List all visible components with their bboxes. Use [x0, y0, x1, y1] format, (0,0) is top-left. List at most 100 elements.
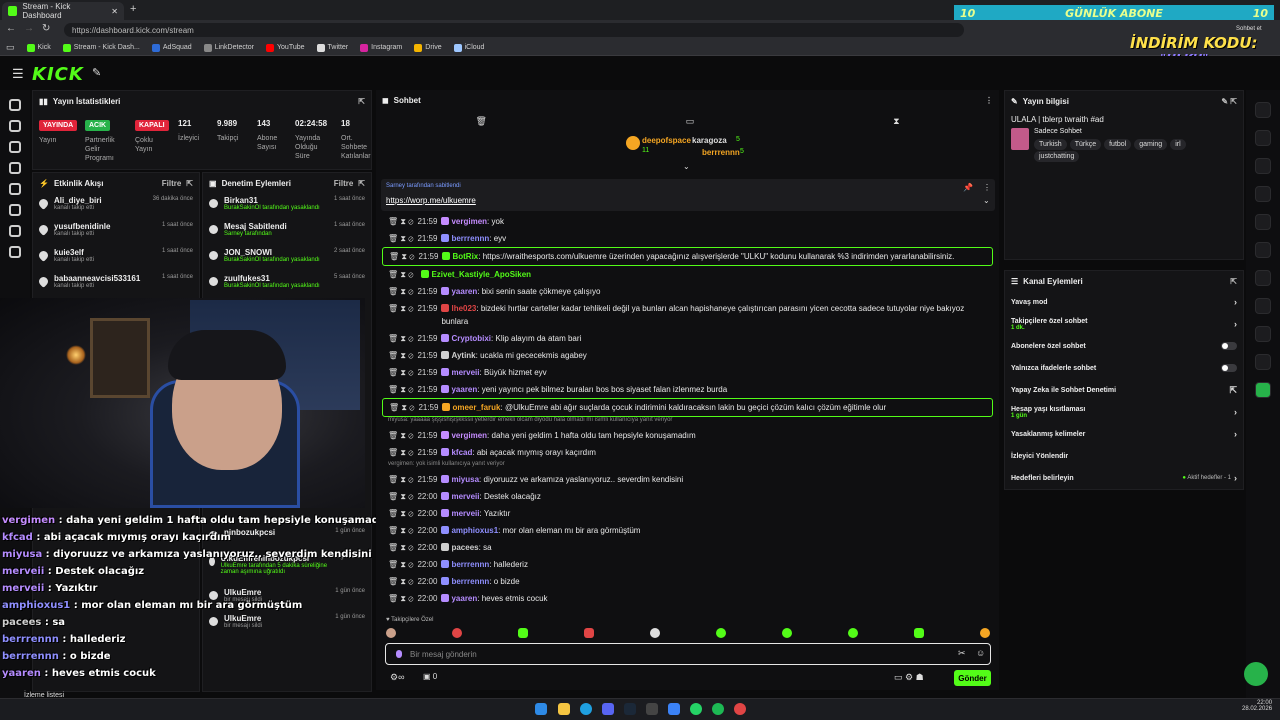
- kick-logo[interactable]: KICK: [32, 64, 84, 85]
- terminal-icon[interactable]: [646, 703, 658, 715]
- forward-icon[interactable]: →: [24, 23, 34, 34]
- message-username[interactable]: BotRix: [452, 252, 478, 261]
- bookmark-kick[interactable]: Kick: [26, 43, 51, 52]
- chat-message[interactable]: 🗑 ⧗ ⊘ 22:00 berrrennn: o bizde: [376, 573, 999, 590]
- chat-message[interactable]: 🗑 ⧗ ⊘ 21:59 kfcad: abi açacak mıymış oray…: [376, 444, 999, 461]
- followers-only-row[interactable]: Takipçilere özel sohbet 1 dk. ›: [1005, 313, 1243, 335]
- download-icon[interactable]: [9, 246, 21, 258]
- explorer-icon[interactable]: [558, 703, 570, 715]
- mod-tools[interactable]: 🗑 ⧗ ⊘: [388, 285, 413, 298]
- popout-icon[interactable]: ⇱: [1230, 277, 1237, 286]
- mod-tools[interactable]: 🗑 ⧗ ⊘: [388, 302, 413, 315]
- start-icon[interactable]: [535, 703, 547, 715]
- chat-message[interactable]: 🗑 ⧗ ⊘ 21:59 vergimen: daha yeni geldim 1 …: [376, 427, 999, 444]
- message-username[interactable]: vergimen: [451, 217, 487, 226]
- mod-tools[interactable]: 🗑 ⧗ ⊘: [388, 490, 413, 503]
- chat-message[interactable]: 🗑 ⧗ ⊘ 21:59 Aytink: ucakla mi gececekmis …: [376, 347, 999, 364]
- chat-icon[interactable]: [1255, 242, 1271, 258]
- message-username[interactable]: yaaren: [451, 287, 477, 296]
- chat-input[interactable]: Bir mesaj gönderin ✂ ☺: [385, 643, 991, 665]
- chat-message[interactable]: 🗑 ⧗ ⊘ 21:59 Cryptobixi: Klip alayım da at…: [376, 330, 999, 347]
- moderation-filter[interactable]: Filtre: [334, 179, 354, 188]
- chat-bubble-icon[interactable]: ▭: [686, 116, 695, 127]
- mod-tools[interactable]: 🗑 ⧗ ⊘: [388, 541, 413, 554]
- emote-icon[interactable]: [716, 628, 726, 638]
- message-username[interactable]: Ezivet_Kastiyle_ApoSiken: [431, 270, 531, 279]
- gift-icon[interactable]: [1255, 382, 1271, 398]
- target-icon[interactable]: [1255, 158, 1271, 174]
- url-input[interactable]: https://dashboard.kick.com/stream: [64, 23, 964, 37]
- points-icon[interactable]: ⚙∞: [390, 672, 404, 683]
- emote-icon[interactable]: [782, 628, 792, 638]
- bookmark-twitter[interactable]: Twitter: [316, 43, 348, 52]
- mod-tools[interactable]: 🗑 ⧗ ⊘: [388, 268, 413, 281]
- subs-only-toggle[interactable]: [1221, 342, 1237, 350]
- mod-tools[interactable]: 🗑 ⧗ ⊘: [388, 558, 413, 571]
- bookmark-drive[interactable]: Drive: [414, 43, 442, 52]
- emote-icon[interactable]: [914, 628, 924, 638]
- watchlist-label[interactable]: İzleme listesi: [24, 692, 64, 699]
- mod-tools[interactable]: 🗑 ⧗ ⊘: [388, 592, 413, 605]
- message-username[interactable]: pacees: [451, 543, 478, 552]
- mod-tools[interactable]: 🗑 ⧗ ⊘: [388, 473, 413, 486]
- banned-words-row[interactable]: Yasaklanmış kelimeler ›: [1005, 423, 1243, 445]
- chat-message[interactable]: 🗑 ⧗ ⊘ 22:00 amphioxus1: mor olan eleman m…: [376, 522, 999, 539]
- message-username[interactable]: Aytink: [451, 351, 475, 360]
- message-username[interactable]: merveii: [451, 368, 479, 377]
- message-username[interactable]: berrrennn: [451, 234, 489, 243]
- chat-fab-icon[interactable]: [1244, 662, 1268, 686]
- message-username[interactable]: merveii: [451, 509, 479, 518]
- unpin-icon[interactable]: 📌: [963, 183, 973, 192]
- trash-icon[interactable]: 🗑: [475, 116, 486, 127]
- message-username[interactable]: miyusa: [451, 475, 479, 484]
- settings-icon[interactable]: [668, 703, 680, 715]
- chat-message[interactable]: 🗑 ⧗ ⊘ 21:59 miyusa: diyoruuzz ve arkamıza…: [376, 471, 999, 488]
- new-tab-icon[interactable]: +: [130, 3, 136, 15]
- link-icon[interactable]: [9, 120, 21, 132]
- share-icon[interactable]: [1255, 354, 1271, 370]
- chat-message[interactable]: 🗑 ⧗ ⊘ Ezivet_Kastiyle_ApoSiken: [376, 266, 999, 283]
- mod-tools[interactable]: 🗑 ⧗ ⊘: [388, 332, 413, 345]
- chat-message[interactable]: 🗑 ⧗ ⊘ 22:00 berrrennn: hallederiz: [376, 556, 999, 573]
- layout-icon[interactable]: [1255, 298, 1271, 314]
- emote-picker-icon[interactable]: ✂: [958, 648, 966, 659]
- bookmark-adsquad[interactable]: AdSquad: [151, 43, 192, 52]
- users-icon[interactable]: [9, 225, 21, 237]
- message-username[interactable]: lhe023: [451, 304, 476, 313]
- whatsapp-icon[interactable]: [690, 703, 702, 715]
- mod-tools[interactable]: 🗑 ⧗ ⊘: [388, 575, 413, 588]
- menu-icon[interactable]: ☰: [12, 66, 24, 82]
- message-username[interactable]: merveii: [451, 492, 479, 501]
- message-username[interactable]: kfcad: [451, 448, 472, 457]
- raid-row[interactable]: İzleyici Yönlendir: [1005, 445, 1243, 467]
- bookmark-dashboard[interactable]: Stream - Kick Dash...: [62, 43, 140, 52]
- pin-icon[interactable]: ✎: [92, 66, 101, 79]
- emote-icon[interactable]: [584, 628, 594, 638]
- stream-icon[interactable]: [9, 99, 21, 111]
- message-username[interactable]: vergimen: [451, 431, 487, 440]
- trophy-icon[interactable]: [9, 162, 21, 174]
- side-label[interactable]: Sohbet et: [1236, 26, 1262, 32]
- mod-tools[interactable]: 🗑 ⧗ ⊘: [388, 366, 413, 379]
- chat-message[interactable]: 🗑 ⧗ ⊘ 21:59 omeer_faruk: @UlkuEmre abi ağ…: [382, 398, 993, 417]
- chat-message[interactable]: 🗑 ⧗ ⊘ 21:59 vergimen: yok: [376, 213, 999, 230]
- pen-icon[interactable]: [1255, 130, 1271, 146]
- browser-tab[interactable]: Stream - Kick Dashboard ✕: [2, 2, 124, 20]
- message-username[interactable]: amphioxus1: [451, 526, 498, 535]
- message-username[interactable]: Cryptobixi: [451, 334, 491, 343]
- emote-icon[interactable]: [386, 628, 396, 638]
- edit-icon[interactable]: ✎ ⇱: [1221, 97, 1237, 106]
- mod-tools[interactable]: 🗑 ⧗ ⊘: [388, 524, 413, 537]
- bolt-icon[interactable]: [1255, 186, 1271, 202]
- wrench-icon[interactable]: [1255, 326, 1271, 342]
- chat-message[interactable]: 🗑 ⧗ ⊘ 22:00 merveii: Yazıktır: [376, 505, 999, 522]
- chat-message[interactable]: 🗑 ⧗ ⊘ 22:00 pacees: sa: [376, 539, 999, 556]
- steam-icon[interactable]: [624, 703, 636, 715]
- mod-tools[interactable]: 🗑 ⧗ ⊘: [388, 429, 413, 442]
- mod-tools[interactable]: 🗑 ⧗ ⊘: [388, 446, 413, 459]
- emotes-only-toggle[interactable]: [1221, 364, 1237, 372]
- mod-tools[interactable]: 🗑 ⧗ ⊘: [389, 401, 414, 414]
- mod-tools[interactable]: 🗑 ⧗ ⊘: [388, 215, 413, 228]
- mod-tools[interactable]: 🗑 ⧗ ⊘: [388, 507, 413, 520]
- more-icon[interactable]: ⋮: [983, 183, 991, 192]
